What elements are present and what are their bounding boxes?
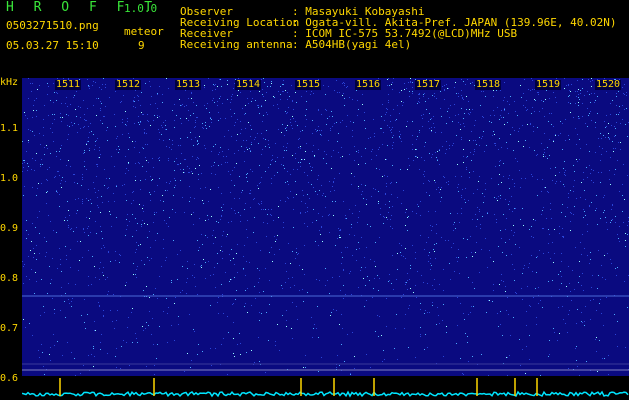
x-tick-label: 1520 (595, 79, 622, 90)
x-tick-label: 1515 (295, 79, 322, 90)
y-tick-label: 0.9 (0, 223, 19, 234)
y-tick-label: 0.6 (0, 373, 19, 384)
app-version: 1.0.0 (124, 2, 158, 15)
x-tick-label: 1519 (535, 79, 562, 90)
amplitude-panel (22, 376, 629, 400)
y-tick-label: 1.0 (0, 173, 19, 184)
antenna-value: : A504HB(yagi 4el) (292, 38, 412, 51)
y-tick-label: 0.8 (0, 273, 19, 284)
x-tick-label: 1511 (55, 79, 82, 90)
file-name: 0503271510.png (6, 19, 99, 32)
y-tick-label: 0.7 (0, 323, 19, 334)
header-panel: H R O F F T 1.0.0 0503271510.png 05.03.2… (0, 0, 629, 78)
y-unit-label: kHz (0, 77, 19, 88)
file-datetime: 05.03.27 15:10 (6, 39, 99, 52)
x-tick-label: 1517 (415, 79, 442, 90)
x-tick-label: 1512 (115, 79, 142, 90)
x-tick-label: 1516 (355, 79, 382, 90)
x-tick-label: 1513 (175, 79, 202, 90)
antenna-label: Receiving antenna (180, 38, 293, 51)
x-tick-label: 1518 (475, 79, 502, 90)
meteor-count: 9 (138, 39, 145, 52)
meteor-label: meteor (124, 25, 164, 38)
spectrogram-area (22, 78, 629, 400)
spectrogram-canvas (22, 78, 629, 400)
y-tick-label: 1.1 (0, 123, 19, 134)
x-tick-label: 1514 (235, 79, 262, 90)
